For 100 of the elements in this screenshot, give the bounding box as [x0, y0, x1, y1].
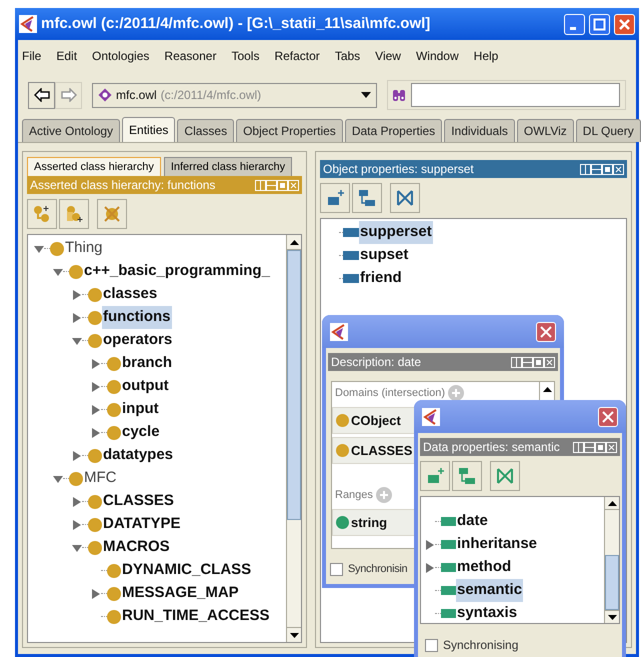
menu-item[interactable]: File [22, 47, 42, 65]
binoculars-icon[interactable] [393, 88, 405, 102]
collapsed-arrow-icon[interactable] [425, 562, 435, 572]
class-label[interactable]: functions [102, 306, 172, 329]
collapsed-arrow-icon[interactable] [425, 540, 435, 550]
menu-item[interactable]: Refactor [274, 47, 320, 65]
scroll-up-icon[interactable] [290, 240, 298, 244]
expanded-arrow-icon[interactable] [72, 336, 82, 346]
back-button[interactable] [28, 82, 55, 108]
tab[interactable]: DL Query [576, 119, 641, 142]
collapsed-arrow-icon[interactable] [72, 520, 82, 530]
add-property-icon[interactable] [325, 188, 345, 208]
checkbox[interactable] [425, 638, 438, 652]
tab[interactable]: Active Ontology [22, 119, 120, 142]
scroll-down-icon[interactable] [290, 632, 298, 638]
class-label[interactable]: MESSAGE_MAP [121, 582, 240, 605]
class-label[interactable]: MFC [83, 467, 118, 490]
collapsed-arrow-icon[interactable] [72, 290, 82, 300]
scrollbar-thumb[interactable] [287, 250, 301, 520]
entry-label[interactable]: string [351, 512, 388, 532]
delete-class-button[interactable] [97, 199, 127, 229]
back-arrow-icon[interactable] [34, 88, 50, 102]
add-sibling-icon[interactable] [64, 204, 84, 224]
menu-item[interactable]: Tools [231, 47, 260, 65]
class-label[interactable]: branch [121, 352, 174, 375]
expanded-arrow-icon[interactable] [72, 542, 82, 552]
delete-property-button[interactable] [390, 183, 420, 213]
menu-item[interactable]: Window [416, 47, 459, 65]
close-button[interactable] [536, 322, 556, 342]
subtab[interactable]: Asserted class hierarchy [27, 157, 161, 176]
add-subproperty-icon[interactable] [357, 188, 377, 208]
close-button[interactable] [598, 406, 618, 426]
ontology-dropdown[interactable]: mfc.owl (c:/2011/4/mfc.owl) [92, 82, 377, 108]
view-controls-icon[interactable] [255, 180, 299, 190]
minimize-button[interactable] [564, 14, 585, 34]
menu-item[interactable]: Tabs [334, 47, 360, 65]
subtab[interactable]: Inferred class hierarchy [164, 157, 292, 176]
menu-item[interactable]: Ontologies [92, 47, 150, 65]
class-label[interactable]: DYNAMIC_CLASS [121, 559, 252, 582]
delete-property-button[interactable] [490, 461, 520, 491]
scroll-up-icon[interactable] [608, 500, 616, 506]
tab[interactable]: Object Properties [236, 119, 343, 142]
add-subproperty-button[interactable] [452, 461, 482, 491]
property-label[interactable]: inheritanse [456, 533, 538, 556]
class-label[interactable]: RUN_TIME_ACCESS [121, 605, 271, 628]
property-label[interactable]: semantic [456, 579, 524, 602]
collapsed-arrow-icon[interactable] [72, 312, 82, 322]
search-field[interactable] [411, 83, 620, 107]
add-subclass-icon[interactable] [32, 204, 52, 224]
menu-item[interactable]: View [375, 47, 401, 65]
view-controls-icon[interactable] [580, 164, 624, 174]
class-label[interactable]: input [121, 398, 160, 421]
collapsed-arrow-icon[interactable] [72, 450, 82, 460]
collapsed-arrow-icon[interactable] [91, 404, 101, 414]
property-label[interactable]: date [456, 510, 489, 533]
menu-item[interactable]: Reasoner [164, 47, 216, 65]
class-label[interactable]: output [121, 375, 170, 398]
collapsed-arrow-icon[interactable] [91, 382, 101, 392]
scrollbar[interactable] [604, 497, 619, 623]
class-label[interactable]: operators [102, 329, 174, 352]
property-label[interactable]: supperset [359, 221, 433, 244]
close-button[interactable] [614, 14, 635, 34]
menu-item[interactable]: Help [474, 47, 498, 65]
delete-property-icon[interactable] [395, 188, 415, 208]
view-controls-icon[interactable] [573, 442, 617, 452]
tab[interactable]: Data Properties [344, 119, 442, 142]
forward-arrow-icon[interactable] [60, 88, 76, 102]
scroll-up-icon[interactable] [542, 387, 552, 392]
add-property-icon[interactable] [425, 466, 445, 486]
entry-label[interactable]: CObject [351, 410, 401, 430]
maximize-button[interactable] [589, 14, 610, 34]
property-label[interactable]: friend [359, 267, 403, 290]
add-property-button[interactable] [420, 461, 450, 491]
view-controls-icon[interactable] [511, 356, 555, 368]
tab[interactable]: OWLViz [516, 119, 574, 142]
class-label[interactable]: c++_basic_programming_ [83, 260, 271, 283]
collapsed-arrow-icon[interactable] [91, 428, 101, 438]
class-label[interactable]: CLASSES [102, 490, 175, 513]
entry-label[interactable]: CLASSES [351, 440, 412, 460]
class-label[interactable]: classes [102, 283, 158, 306]
collapsed-arrow-icon[interactable] [91, 358, 101, 368]
maximize-icon[interactable] [593, 18, 606, 30]
scrollbar-thumb[interactable] [605, 555, 619, 610]
expanded-arrow-icon[interactable] [34, 244, 44, 254]
class-label[interactable]: Thing [64, 237, 104, 260]
close-icon[interactable] [618, 18, 631, 30]
add-property-button[interactable] [320, 183, 350, 213]
property-label[interactable]: method [456, 556, 512, 579]
scrollbar[interactable] [286, 235, 301, 642]
checkbox[interactable] [330, 562, 343, 576]
close-icon[interactable] [540, 326, 552, 338]
class-label[interactable]: MACROS [102, 536, 171, 559]
add-icon[interactable] [448, 385, 464, 401]
delete-property-icon[interactable] [495, 466, 515, 486]
tab[interactable]: Individuals [444, 119, 515, 142]
add-subproperty-button[interactable] [352, 183, 382, 213]
add-subproperty-icon[interactable] [457, 466, 477, 486]
close-icon[interactable] [602, 410, 614, 422]
class-label[interactable]: cycle [121, 421, 161, 444]
property-label[interactable]: supset [359, 244, 410, 267]
